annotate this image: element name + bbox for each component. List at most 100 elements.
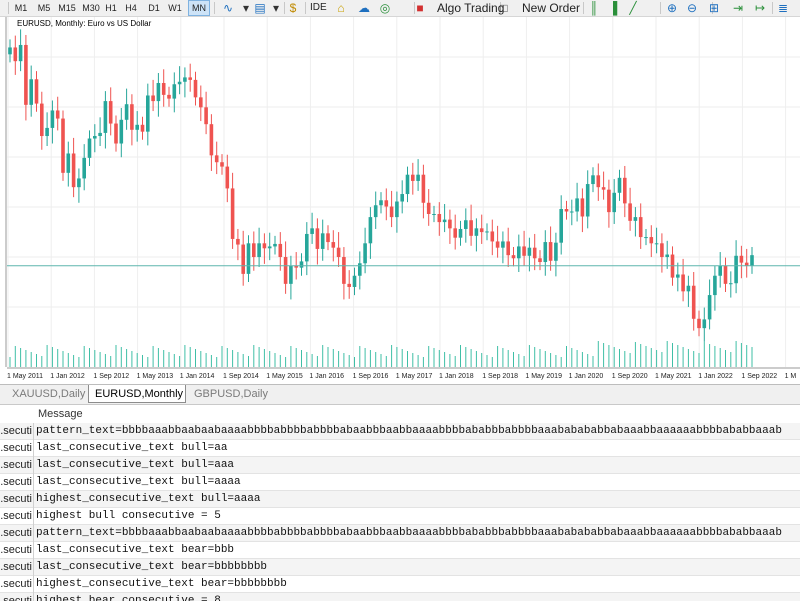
- grid-icon[interactable]: ⊞: [706, 1, 722, 15]
- log-row[interactable]: secuti...highest bull consecutive = 5: [0, 508, 800, 525]
- candle: [305, 222, 309, 276]
- candle: [336, 232, 341, 268]
- zoom-out-icon[interactable]: ⊖: [684, 1, 700, 15]
- log-row[interactable]: secuti...last_consecutive_text bull=aa: [0, 440, 800, 457]
- log-row[interactable]: secuti...last_consecutive_text bear=bbb: [0, 542, 800, 559]
- indicators-icon[interactable]: ≣: [775, 1, 791, 15]
- candle: [87, 130, 92, 166]
- candle-body: [299, 261, 304, 268]
- candle-body: [368, 217, 373, 244]
- candle: [214, 141, 219, 175]
- timeframe-h4-button[interactable]: H4: [122, 0, 140, 16]
- candle-body: [61, 118, 65, 173]
- timeframe-w1-button[interactable]: W1: [166, 0, 184, 16]
- timeframe-m30-button[interactable]: M30: [80, 0, 102, 16]
- candle-body: [373, 205, 378, 218]
- timeframe-m15-button[interactable]: M15: [56, 0, 78, 16]
- candle: [522, 230, 526, 266]
- autoscroll-icon[interactable]: ⇥: [730, 1, 746, 15]
- candle-body: [331, 242, 336, 248]
- candle-body: [559, 209, 563, 243]
- time-axis-label: 1 Sep 2018: [482, 373, 518, 380]
- timeframe-d1-button[interactable]: D1: [145, 0, 163, 16]
- candle-body: [437, 213, 442, 223]
- log-row[interactable]: secuti...highest_consecutive_text bull=a…: [0, 491, 800, 508]
- log-row[interactable]: secuti...last_consecutive_text bull=aaa: [0, 457, 800, 474]
- candle: [570, 199, 574, 226]
- ide-button[interactable]: IDE: [310, 0, 327, 16]
- lock-icon[interactable]: ⌂: [333, 1, 349, 15]
- candle: [8, 39, 12, 63]
- candle-body: [172, 84, 177, 99]
- candle-body: [71, 153, 76, 188]
- line-chart-icon[interactable]: ╱: [625, 1, 641, 15]
- log-source: secuti...: [0, 525, 34, 542]
- candles-icon[interactable]: ▐: [605, 1, 621, 15]
- candle: [591, 167, 595, 193]
- log-row[interactable]: secuti...pattern_text=bbbbaaabbaabaabaaa…: [0, 423, 800, 440]
- log-message: last_consecutive_text bull=aaaa: [36, 476, 241, 488]
- cloud-icon[interactable]: ☁: [356, 1, 372, 15]
- candle: [40, 91, 44, 150]
- signal-icon[interactable]: ◎: [377, 1, 393, 15]
- candle-body: [644, 237, 648, 239]
- chart-tab-gbpusd-daily[interactable]: GBPUSD,Daily: [188, 385, 270, 403]
- candlestick-chart[interactable]: 1 May 2011 1 Jan 2012 1 Sep 2012 1 May 2013…: [0, 17, 800, 384]
- chart-tab-eurusd-monthly[interactable]: EURUSD,Monthly: [88, 385, 186, 403]
- log-message: highest_consecutive_text bear=bbbbbbbb: [36, 578, 287, 590]
- log-row[interactable]: secuti...last_consecutive_text bear=bbbb…: [0, 559, 800, 576]
- candle-body: [591, 175, 595, 185]
- candle: [315, 218, 320, 265]
- candle-body: [273, 243, 277, 247]
- candle: [686, 275, 691, 307]
- timeframe-h1-button[interactable]: H1: [102, 0, 120, 16]
- candle-body: [570, 211, 574, 213]
- algo-trading-icon[interactable]: ■: [412, 1, 428, 15]
- candle: [24, 34, 28, 121]
- candle: [649, 225, 654, 258]
- timeframe-m5-button[interactable]: M5: [35, 0, 53, 16]
- template-dropdown-icon[interactable]: ▾: [268, 1, 284, 15]
- chart-tab-xauusd-daily[interactable]: XAUUSD,Daily: [6, 385, 86, 403]
- candle: [596, 163, 601, 201]
- candle: [660, 233, 664, 273]
- log-source: secuti...: [0, 457, 34, 474]
- log-row[interactable]: secuti...highest_consecutive_text bear=b…: [0, 576, 800, 593]
- candle-body: [601, 187, 606, 190]
- log-message: highest_consecutive_text bull=aaaa: [36, 493, 261, 505]
- candle-body: [416, 174, 420, 181]
- bar-chart-icon[interactable]: ║: [586, 1, 602, 15]
- candle: [135, 111, 139, 142]
- timeframe-mn-button[interactable]: MN: [188, 0, 210, 16]
- time-axis-label: 1 Sep 2014: [223, 373, 259, 380]
- candle-body: [564, 209, 569, 212]
- candle: [241, 230, 245, 286]
- log-row[interactable]: secuti...last_consecutive_text bull=aaaa: [0, 474, 800, 491]
- candle-body: [177, 81, 182, 85]
- candle: [601, 171, 606, 200]
- line-chart-type-icon[interactable]: ∿: [220, 1, 236, 15]
- candle-body: [548, 242, 553, 261]
- chart-template-icon[interactable]: ▤: [252, 1, 268, 15]
- log-row[interactable]: secuti...pattern_text=bbbbaaabbaabaabaaa…: [0, 525, 800, 542]
- coin-icon[interactable]: $: [285, 1, 301, 15]
- timeframe-m1-button[interactable]: M1: [12, 0, 30, 16]
- candle-body: [45, 127, 49, 137]
- time-axis-label: 1 Jan 2020: [569, 373, 604, 380]
- new-order-button[interactable]: New Order: [522, 0, 580, 16]
- candle-body: [681, 274, 685, 292]
- time-axis-label: 1 Jan 2012: [50, 373, 85, 380]
- candle: [55, 96, 60, 131]
- algo-trading-button[interactable]: Algo Trading: [437, 0, 504, 16]
- candle: [617, 169, 622, 201]
- candle: [61, 110, 65, 181]
- candle: [93, 124, 97, 153]
- candle: [368, 207, 373, 259]
- message-column-header[interactable]: Message: [38, 405, 83, 423]
- chart-shift-icon[interactable]: ↦: [752, 1, 768, 15]
- chart-window[interactable]: 1 May 2011 1 Jan 2012 1 Sep 2012 1 May 2013…: [0, 17, 800, 384]
- zoom-in-icon[interactable]: ⊕: [664, 1, 680, 15]
- candle-body: [347, 283, 351, 287]
- candle: [257, 227, 261, 268]
- candle: [723, 257, 728, 292]
